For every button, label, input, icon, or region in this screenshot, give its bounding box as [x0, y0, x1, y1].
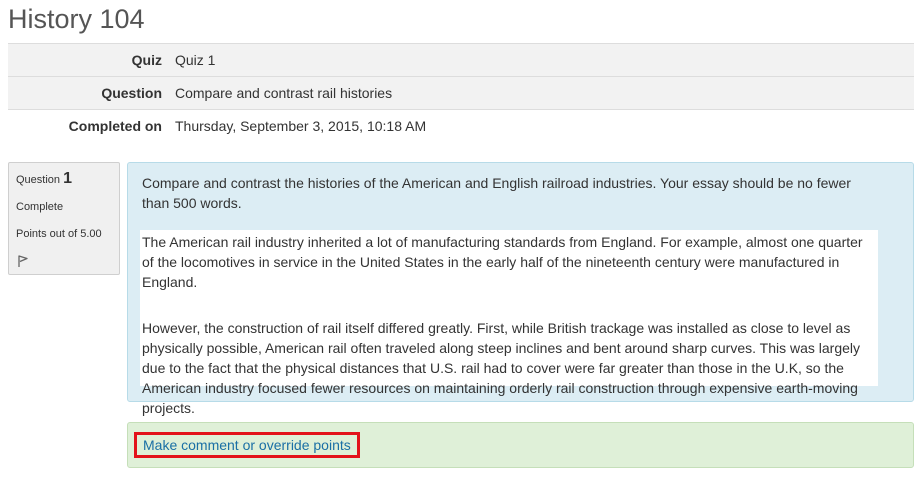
answer-paragraph: However, the construction of rail itself… — [142, 320, 861, 416]
summary-value: Quiz 1 — [175, 52, 216, 68]
page: History 104 Quiz Quiz 1 Question Compare… — [0, 0, 921, 482]
make-comment-link[interactable]: Make comment or override points — [134, 432, 360, 458]
summary-row-quiz: Quiz Quiz 1 — [8, 43, 914, 77]
summary-value: Compare and contrast rail histories — [175, 85, 393, 101]
question-number-line: Question 1 — [16, 169, 119, 190]
attempt-summary-table: Quiz Quiz 1 Question Compare and contras… — [8, 43, 914, 143]
question-content-panel: Compare and contrast the histories of th… — [127, 162, 914, 416]
question-state: Complete — [16, 201, 64, 213]
question-number: 1 — [63, 170, 72, 187]
summary-label: Quiz — [131, 52, 162, 68]
flag-icon[interactable] — [16, 254, 30, 271]
question-info-panel: Question 1 Complete Points out of 5.00 — [8, 162, 120, 275]
summary-value: Thursday, September 3, 2015, 10:18 AM — [175, 118, 427, 135]
summary-label: Question — [101, 85, 162, 101]
question-points: Points out of 5.00 — [16, 228, 102, 240]
answer-paragraph: The American rail industry inherited a l… — [142, 234, 863, 290]
page-title: History 104 — [8, 4, 145, 34]
summary-row-question: Question Compare and contrast rail histo… — [8, 76, 914, 110]
grading-panel: Make comment or override points — [127, 422, 914, 468]
summary-row-completed-on: Completed on Thursday, September 3, 2015… — [8, 109, 914, 143]
question-label: Question — [16, 174, 61, 186]
essay-answer: The American rail industry inherited a l… — [140, 230, 878, 416]
summary-label: Completed on — [68, 118, 162, 135]
question-text: Compare and contrast the histories of th… — [142, 175, 851, 211]
